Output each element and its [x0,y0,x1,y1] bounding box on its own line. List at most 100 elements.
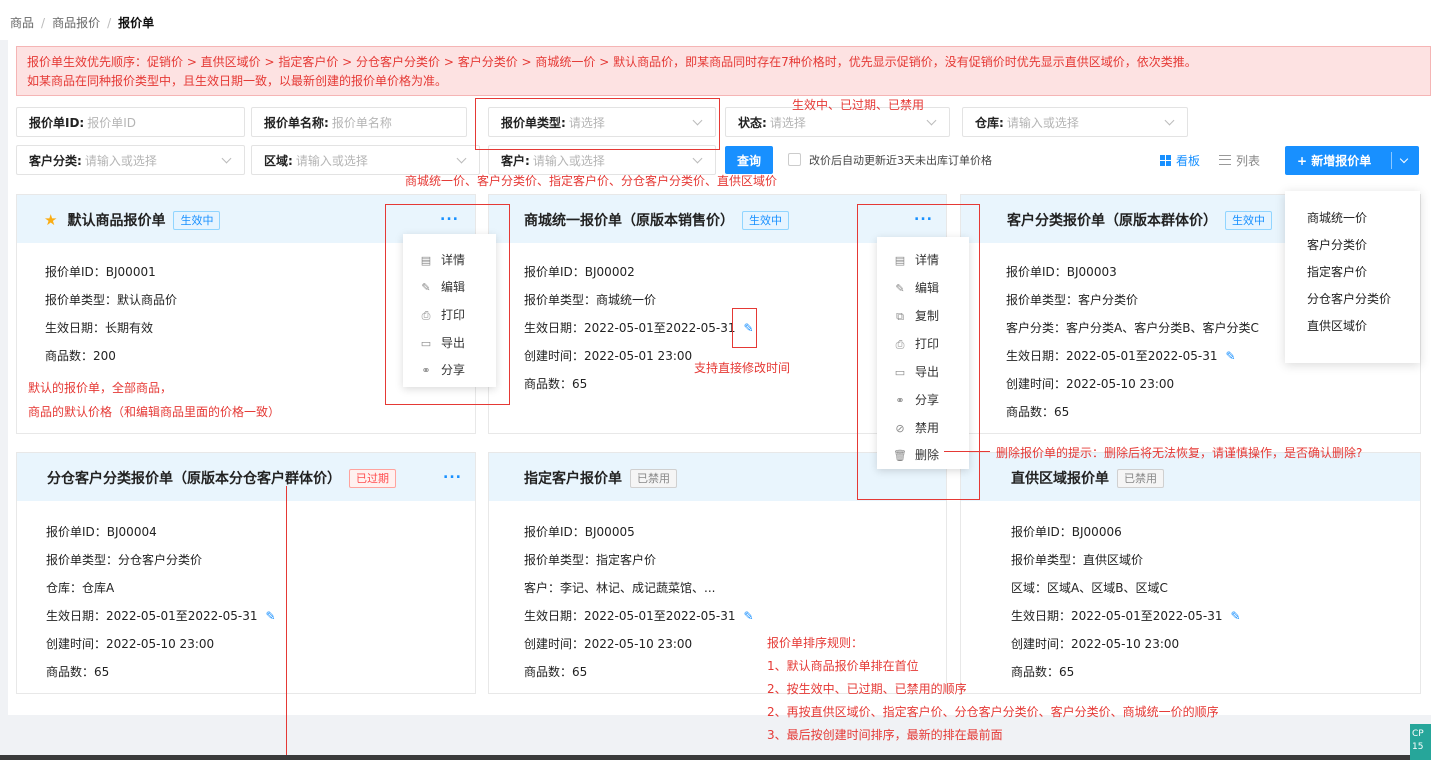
annotation-default-note-2: 商品的默认价格（和编辑商品里面的价格一致） [28,405,281,419]
quote-id-placeholder: 报价单ID [87,115,137,130]
add-quote-label: + 新增报价单 [1297,154,1372,168]
auto-update-checkbox[interactable] [788,153,801,166]
add-menu-item[interactable]: 商城统一价 [1285,209,1420,236]
card-field-count: 商品数：65 [1011,665,1075,679]
add-quote-menu: 商城统一价 客户分类价 指定客户价 分仓客户分类价 直供区域价 [1285,191,1420,363]
quote-id-input[interactable]: 报价单ID: 报价单ID [16,107,245,137]
annotation-sort-2: 2、按生效中、已过期、已禁用的顺序 [767,682,967,696]
card-field-date: 生效日期：2022-05-01至2022-05-31 ✎ [1006,349,1236,363]
status-badge: 已过期 [349,468,396,488]
annotation-type-options: 商城统一价、客户分类价、指定客户价、分仓客户分类价、直供区域价 [405,174,778,188]
customer-category-select[interactable]: 客户分类: 请输入或选择 [16,145,245,175]
region-placeholder: 请输入或选择 [295,153,368,168]
region-select[interactable]: 区域: 请输入或选择 [251,145,480,175]
bottom-bar [0,755,1431,760]
region-label: 区域: [264,153,293,168]
status-badge: 生效中 [1225,210,1272,230]
annotation-sort-1: 1、默认商品报价单排在首位 [767,659,919,673]
card-field-count: 商品数：65 [1006,405,1070,419]
more-actions-button[interactable]: ... [443,466,462,482]
priority-notice: 报价单生效优先顺序：促销价 > 直供区域价 > 指定客户价 > 分仓客户分类价 … [16,46,1431,96]
status-badge: 生效中 [742,210,789,230]
card-field-id: 报价单ID：BJ00005 [524,525,635,539]
annotation-line-delete [944,451,990,452]
card-field-extra: 客户：李记、林记、成记蔬菜馆、... [524,581,716,595]
customer-category-placeholder: 请输入或选择 [84,153,157,168]
list-view-label: 列表 [1236,154,1261,168]
card-field-count: 商品数：200 [45,349,116,363]
notice-line-1: 报价单生效优先顺序：促销价 > 直供区域价 > 指定客户价 > 分仓客户分类价 … [27,55,1197,69]
auto-update-label: 改价后自动更新近3天未出库订单价格 [809,154,992,167]
card-title: 分仓客户分类报价单（原版本分仓客户群体价） [47,471,341,487]
annotation-edit-time: 支持直接修改时间 [694,361,791,375]
card-field-id: 报价单ID：BJ00006 [1011,525,1122,539]
list-view-toggle[interactable]: 列表 [1219,152,1260,169]
card-field-count: 商品数：65 [524,377,588,391]
card-field-date: 生效日期：2022-05-01至2022-05-31 ✎ [524,609,754,623]
list-icon [1219,155,1231,165]
customer-placeholder: 请输入或选择 [532,153,605,168]
status-badge: 已禁用 [630,468,677,488]
quote-card-warehouse-category[interactable]: 分仓客户分类报价单（原版本分仓客户群体价） 已过期 ... 报价单ID：BJ000… [16,452,476,694]
add-menu-item[interactable]: 直供区域价 [1285,317,1420,344]
status-badge: 生效中 [173,210,221,230]
card-field-type: 报价单类型：客户分类价 [1006,293,1139,307]
quote-name-input[interactable]: 报价单名称: 报价单名称 [251,107,467,137]
chevron-down-icon [926,115,937,126]
annotation-box-type [475,98,720,150]
edit-pencil-icon[interactable]: ✎ [265,609,275,623]
card-field-type: 报价单类型：默认商品价 [45,293,178,307]
customer-category-label: 客户分类: [29,153,82,168]
card-title: 默认商品报价单 [67,213,166,229]
edit-pencil-icon[interactable]: ✎ [1225,349,1235,363]
add-quote-button[interactable]: + 新增报价单 [1285,146,1419,175]
chevron-down-icon [1164,115,1175,126]
notice-line-2: 如某商品在同种报价类型中，且生效日期一致，以最新创建的报价单价格为准。 [27,74,448,88]
chevron-down-icon [221,153,232,164]
card-field-date: 生效日期：2022-05-01至2022-05-31 ✎ [524,321,754,335]
chevron-down-icon [456,153,467,164]
card-title: 客户分类报价单（原版本群体价） [1007,213,1217,229]
cp-badge[interactable]: CP 15 [1410,724,1431,760]
add-menu-item[interactable]: 指定客户价 [1285,263,1420,290]
card-title: 商城统一报价单（原版本销售价） [524,213,734,229]
card-field-created: 创建时间：2022-05-01 23:00 [524,349,693,363]
star-icon: ★ [44,211,58,229]
breadcrumb-item-goods[interactable]: 商品 [10,16,34,30]
board-view-label: 看板 [1176,154,1201,168]
card-field-id: 报价单ID：BJ00002 [524,265,635,279]
status-placeholder: 请选择 [769,115,806,130]
card-title: 直供区域报价单 [1011,471,1109,487]
card-field-date: 生效日期：2022-05-01至2022-05-31 ✎ [1011,609,1241,623]
customer-label: 客户: [501,153,530,168]
warehouse-select[interactable]: 仓库: 请输入或选择 [962,107,1188,137]
card-field-created: 创建时间：2022-05-10 23:00 [1011,637,1180,651]
add-menu-item[interactable]: 客户分类价 [1285,236,1420,263]
quote-id-label: 报价单ID: [29,115,85,130]
breadcrumb-item-quotes[interactable]: 商品报价 [52,16,100,30]
card-field-extra: 客户分类：客户分类A、客户分类B、客户分类C [1006,321,1259,335]
status-badge: 已禁用 [1117,468,1164,488]
card-field-count: 商品数：65 [46,665,110,679]
annotation-sort-title: 报价单排序规则： [767,636,864,650]
card-field-created: 创建时间：2022-05-10 23:00 [1006,377,1175,391]
card-field-date: 生效日期：2022-05-01至2022-05-31 ✎ [46,609,276,623]
card-field-type: 报价单类型：指定客户价 [524,553,657,567]
card-field-created: 创建时间：2022-05-10 23:00 [524,637,693,651]
card-field-type: 报价单类型：直供区域价 [1011,553,1144,567]
edit-pencil-icon[interactable]: ✎ [1230,609,1240,623]
query-button[interactable]: 查询 [725,146,773,174]
annotation-sort-3: 2、再按直供区域价、指定客户价、分仓客户分类价、客户分类价、商城统一价的顺序 [767,705,1219,719]
warehouse-placeholder: 请输入或选择 [1006,115,1079,130]
quote-name-placeholder: 报价单名称 [331,115,392,130]
board-view-toggle[interactable]: 看板 [1160,152,1200,169]
annotation-sort-4: 3、最后按创建时间排序，最新的排在最前面 [767,728,1003,742]
chevron-down-icon[interactable] [1399,154,1409,164]
warehouse-label: 仓库: [975,115,1004,130]
add-menu-item[interactable]: 分仓客户分类价 [1285,290,1420,317]
quote-card-direct-region[interactable]: 直供区域报价单 已禁用 报价单ID：BJ00006 报价单类型：直供区域价 区域：… [960,452,1421,694]
edit-pencil-icon[interactable]: ✎ [743,609,753,623]
quote-name-label: 报价单名称: [264,115,329,130]
card-field-id: 报价单ID：BJ00003 [1006,265,1117,279]
card-title: 指定客户报价单 [524,471,622,487]
